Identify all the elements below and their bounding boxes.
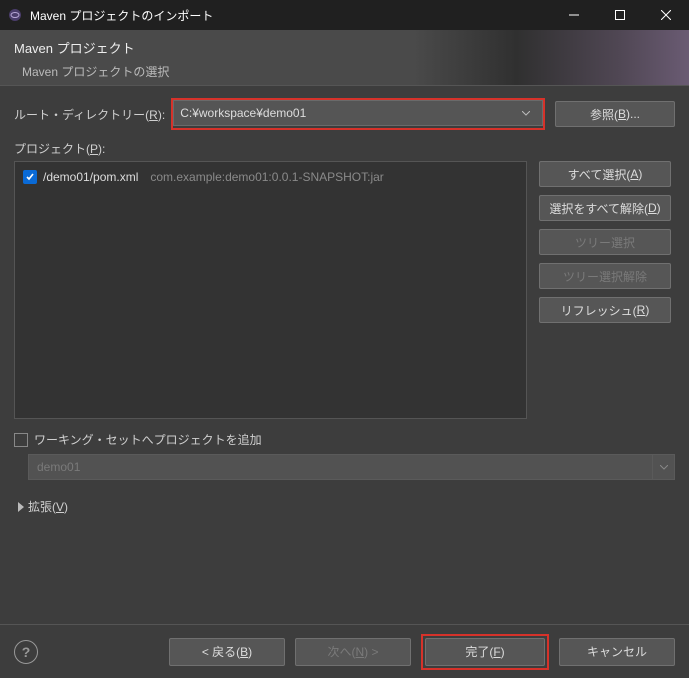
eclipse-icon [8,7,24,23]
window-title: Maven プロジェクトのインポート [30,7,551,24]
cancel-button[interactable]: キャンセル [559,638,675,666]
project-checkbox[interactable] [23,170,37,184]
finish-highlight: 完了(F) [421,634,549,670]
footer: ? < 戻る(B) 次へ(N) > 完了(F) キャンセル [0,624,689,678]
wizard-subheading: Maven プロジェクトの選択 [22,63,675,80]
project-path: /demo01/pom.xml [43,170,138,184]
wizard-header: Maven プロジェクト Maven プロジェクトの選択 [0,30,689,86]
root-dir-input[interactable]: C:¥workspace¥demo01 [173,100,543,126]
workingset-label: ワーキング・セットへプロジェクトを追加 [34,431,262,448]
minimize-button[interactable] [551,0,597,30]
tree-select-button: ツリー選択 [539,229,671,255]
chevron-down-icon[interactable] [516,111,536,116]
finish-button[interactable]: 完了(F) [425,638,545,666]
project-gav: com.example:demo01:0.0.1-SNAPSHOT:jar [150,170,383,184]
help-icon[interactable]: ? [14,640,38,664]
triangle-right-icon [18,502,24,512]
maximize-button[interactable] [597,0,643,30]
tree-deselect-button: ツリー選択解除 [539,263,671,289]
expand-section[interactable]: 拡張(V) [18,498,675,515]
root-dir-highlight: C:¥workspace¥demo01 [171,98,545,130]
project-row[interactable]: /demo01/pom.xml com.example:demo01:0.0.1… [19,168,522,186]
titlebar: Maven プロジェクトのインポート [0,0,689,30]
close-button[interactable] [643,0,689,30]
workingset-checkbox[interactable] [14,433,28,447]
root-dir-label: ルート・ディレクトリー(R): [14,106,165,123]
refresh-button[interactable]: リフレッシュ(R) [539,297,671,323]
back-button[interactable]: < 戻る(B) [169,638,285,666]
workingset-input: demo01 [28,454,653,480]
next-button: 次へ(N) > [295,638,411,666]
projects-label: プロジェクト(P): [14,140,675,157]
wizard-heading: Maven プロジェクト [14,38,675,57]
select-all-button[interactable]: すべて選択(A) [539,161,671,187]
projects-list[interactable]: /demo01/pom.xml com.example:demo01:0.0.1… [14,161,527,419]
deselect-all-button[interactable]: 選択をすべて解除(D) [539,195,671,221]
browse-button[interactable]: 参照(B)... [555,101,675,127]
chevron-down-icon [653,454,675,480]
